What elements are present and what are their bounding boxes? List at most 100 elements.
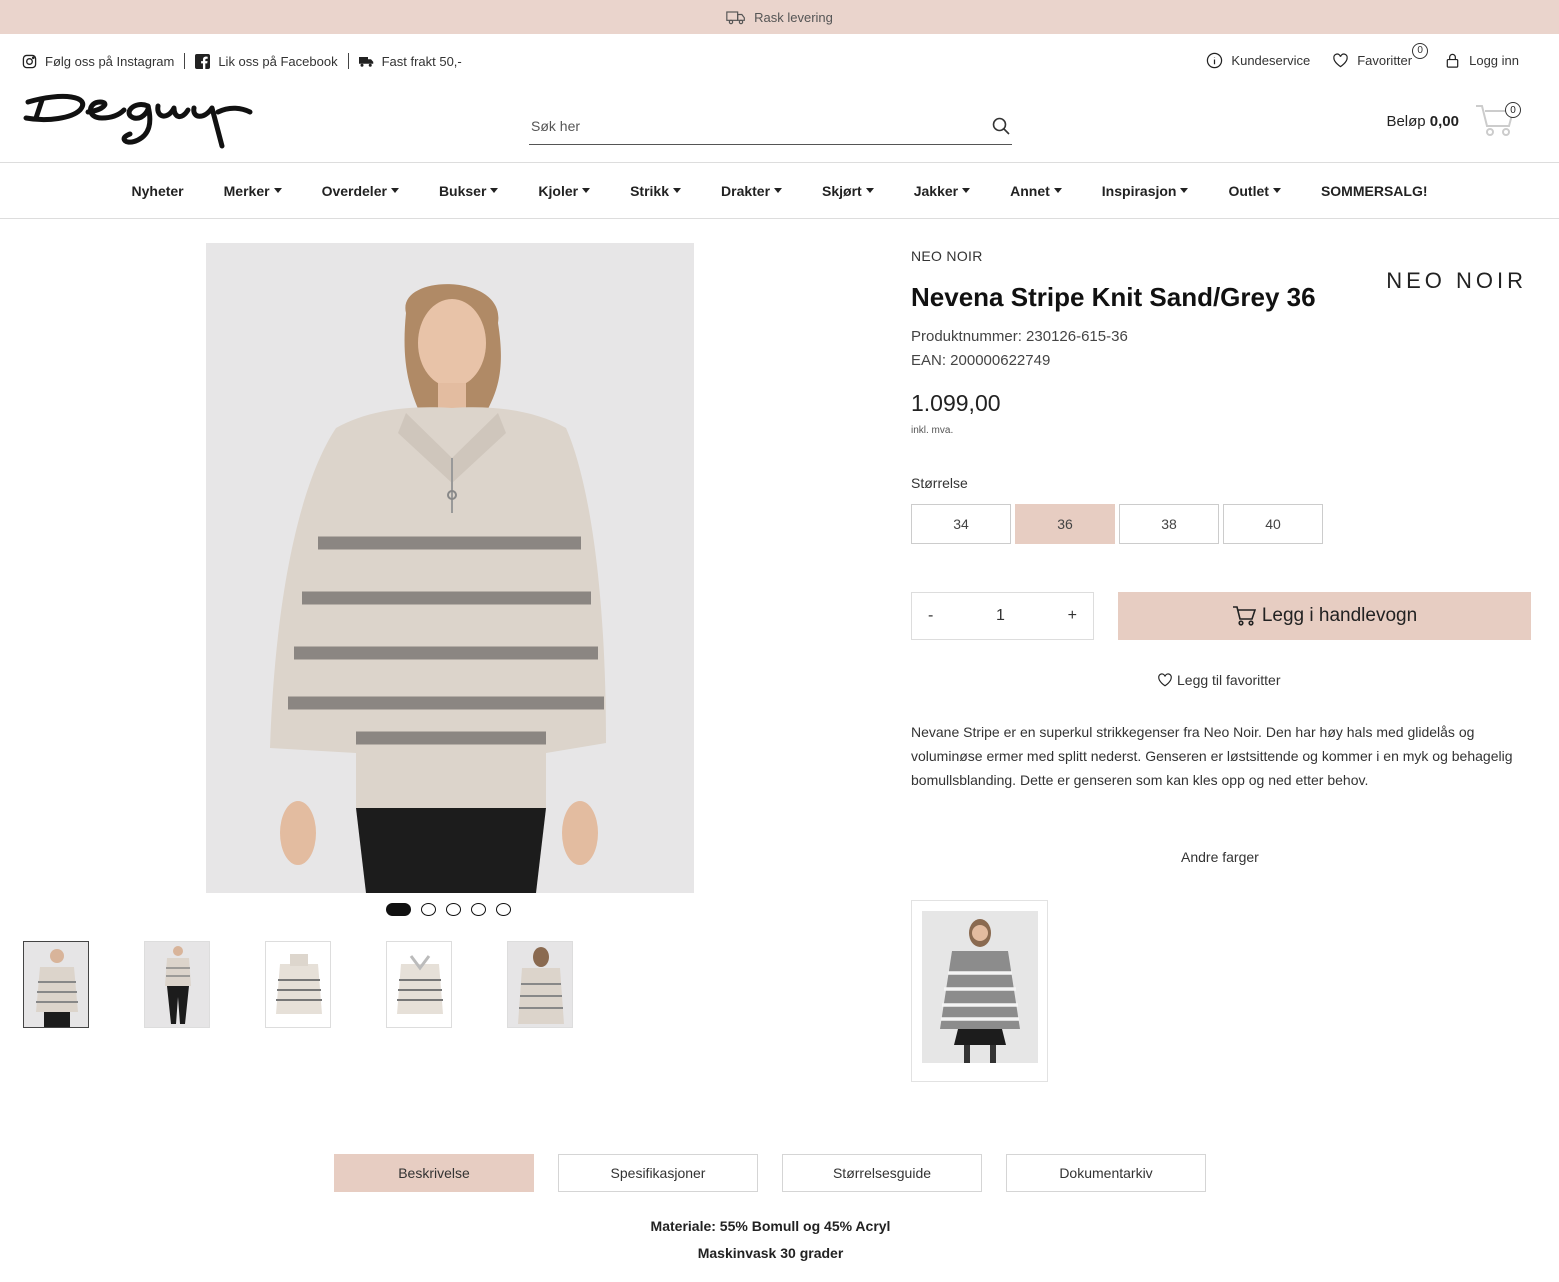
customer-service-link[interactable]: Kundeservice	[1206, 52, 1310, 69]
model-sweater-photo	[206, 243, 694, 893]
nav-item-sommersalg[interactable]: SOMMERSALG!	[1321, 183, 1428, 199]
favorites-link[interactable]: Favoritter 0	[1332, 42, 1429, 69]
gallery-dot[interactable]	[421, 903, 436, 916]
product-tabs: Beskrivelse Spesifikasjoner Størrelsesguid…	[334, 1154, 1206, 1192]
variant-image	[922, 911, 1038, 1063]
instagram-link[interactable]: Følg oss på Instagram	[22, 54, 174, 69]
heart-icon	[1158, 673, 1172, 687]
gallery-dot[interactable]	[386, 903, 411, 916]
caret-down-icon	[490, 188, 499, 193]
nav-item-skjørt[interactable]: Skjørt	[822, 183, 874, 199]
nav-item-inspirasjon[interactable]: Inspirasjon	[1102, 183, 1189, 199]
facebook-icon	[195, 53, 211, 69]
search-icon[interactable]	[992, 117, 1010, 135]
nav-item-outlet[interactable]: Outlet	[1228, 183, 1281, 199]
thumbnail[interactable]	[507, 941, 573, 1028]
nav-divider	[0, 218, 1559, 219]
nav-item-overdeler[interactable]: Overdeler	[322, 183, 399, 199]
caret-down-icon	[1272, 188, 1281, 193]
nav-item-bukser[interactable]: Bukser	[439, 183, 499, 199]
add-to-cart-label: Legg i handlevogn	[1261, 605, 1418, 626]
size-option-40[interactable]: 40	[1223, 504, 1323, 544]
spec-wash: Maskinvask 30 grader	[697, 1245, 844, 1261]
product-brand[interactable]: NEO NOIR	[911, 248, 983, 264]
other-color-variant[interactable]	[911, 900, 1048, 1082]
cart-button[interactable]: 0	[1475, 102, 1521, 140]
cart-amount-label: Beløp	[1386, 112, 1426, 130]
truck-icon	[358, 56, 373, 67]
product-main-image[interactable]	[206, 243, 694, 893]
search-input[interactable]	[531, 118, 951, 134]
cart-amount: 0,00	[1429, 112, 1459, 130]
deguy-logo-mark	[23, 93, 253, 149]
cart-count-badge: 0	[1505, 102, 1521, 118]
account-links: Kundeservice Favoritter 0 Logg inn	[1206, 42, 1519, 72]
nav-item-label: Jakker	[913, 182, 959, 199]
thumbnail[interactable]	[265, 941, 331, 1028]
search-bar	[529, 108, 1012, 145]
caret-down-icon	[273, 188, 282, 193]
nav-item-annet[interactable]: Annet	[1010, 183, 1062, 199]
gallery-dot[interactable]	[471, 903, 486, 916]
tab-beskrivelse[interactable]: Beskrivelse	[334, 1154, 534, 1192]
thumbnail[interactable]	[144, 941, 210, 1028]
facebook-link[interactable]: Lik oss på Facebook	[195, 53, 338, 69]
quantity-increase-button[interactable]: +	[1068, 607, 1077, 625]
size-option-36[interactable]: 36	[1015, 504, 1115, 544]
nav-item-label: Merker	[223, 182, 270, 199]
nav-item-jakker[interactable]: Jakker	[913, 182, 971, 199]
add-to-favorites-link[interactable]: Legg til favoritter	[1157, 672, 1281, 688]
shopping-cart-icon	[1232, 606, 1256, 626]
caret-down-icon	[582, 188, 591, 193]
nav-item-nyheter[interactable]: Nyheter	[132, 183, 184, 199]
size-option-38[interactable]: 38	[1119, 504, 1219, 544]
favorites-count-badge: 0	[1412, 42, 1429, 59]
nav-item-merker[interactable]: Merker	[224, 183, 282, 199]
thumbnail[interactable]	[23, 941, 89, 1028]
size-option-34[interactable]: 34	[911, 504, 1011, 544]
tab-dokumentarkiv[interactable]: Dokumentarkiv	[1006, 1154, 1206, 1192]
caret-down-icon	[1180, 188, 1189, 193]
tab-spesifikasjoner[interactable]: Spesifikasjoner	[558, 1154, 758, 1192]
nav-item-label: Drakter	[721, 182, 771, 199]
gallery-dot[interactable]	[496, 903, 511, 916]
announcement-bar: Rask levering	[0, 0, 1559, 34]
thumbnail-photo	[145, 942, 209, 1027]
thumbnail-photo	[24, 942, 88, 1027]
nav-item-kjoler[interactable]: Kjoler	[538, 182, 591, 199]
caret-down-icon	[673, 188, 682, 193]
tab-content: Materiale: 55% Bomull og 45% Acryl Maski…	[0, 1213, 1541, 1267]
thumbnail-photo	[508, 942, 572, 1027]
lock-icon	[1446, 53, 1459, 68]
divider	[184, 53, 186, 69]
product-number: Produktnummer: 230126-615-36	[911, 328, 1128, 345]
tab-størrelsesguide[interactable]: Størrelsesguide	[782, 1154, 982, 1192]
product-description: Nevane Stripe er en superkul strikkegens…	[911, 724, 1513, 788]
nav-item-label: Kjoler	[538, 182, 579, 199]
quantity-stepper: - 1 +	[911, 592, 1094, 640]
utility-links: Følg oss på Instagram Lik oss på Faceboo…	[22, 48, 462, 74]
login-link[interactable]: Logg inn	[1444, 52, 1519, 69]
caret-down-icon	[390, 188, 399, 193]
quantity-decrease-button[interactable]: -	[928, 607, 933, 625]
nav-item-label: Nyheter	[131, 182, 184, 199]
truck-icon	[726, 11, 746, 25]
quantity-value[interactable]: 1	[996, 607, 1005, 625]
brand-logo[interactable]: NEO NOIR	[1386, 268, 1527, 294]
nav-item-label: Inspirasjon	[1101, 182, 1177, 199]
announcement-text: Rask levering	[754, 9, 833, 25]
thumbnail[interactable]	[386, 941, 452, 1028]
nav-item-label: Skjørt	[822, 182, 862, 199]
thumbnail-photo	[266, 942, 330, 1027]
divider	[347, 53, 349, 69]
size-label: Størrelse	[911, 475, 968, 491]
site-logo[interactable]	[22, 88, 254, 154]
nav-item-strikk[interactable]: Strikk	[630, 183, 682, 199]
caret-down-icon	[774, 188, 783, 193]
nav-item-drakter[interactable]: Drakter	[721, 182, 783, 199]
other-colors-heading: Andre farger	[1181, 849, 1259, 865]
add-to-cart-button[interactable]: Legg i handlevogn	[1118, 592, 1531, 640]
cart-summary[interactable]: Beløp 0,00 0	[1386, 102, 1521, 140]
gallery-dot[interactable]	[446, 903, 461, 916]
caret-down-icon	[1053, 188, 1062, 193]
